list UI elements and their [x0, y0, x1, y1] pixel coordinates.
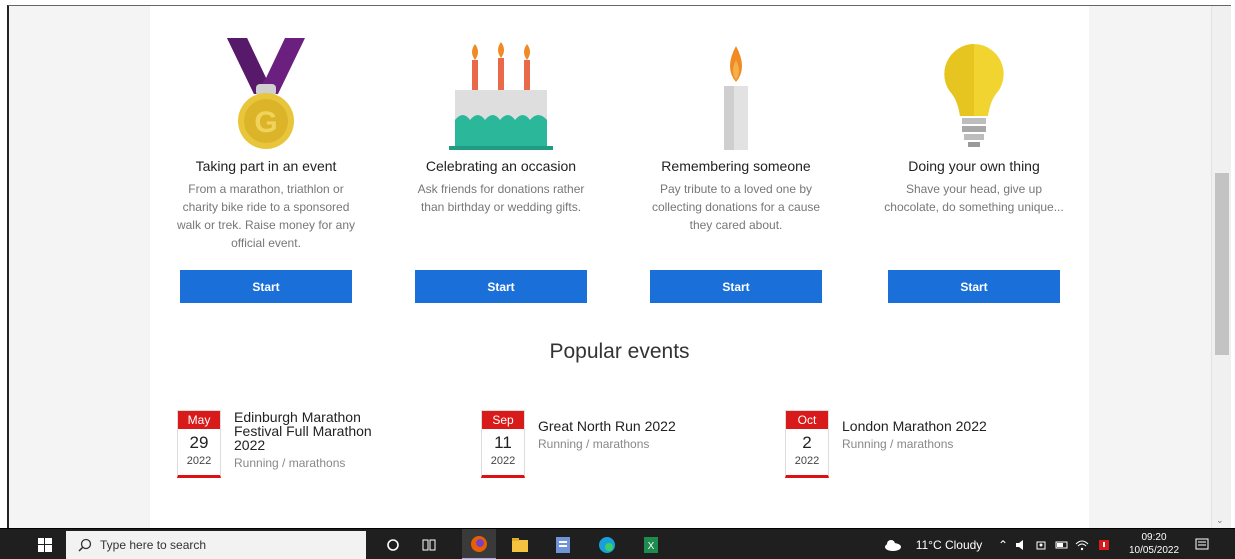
edge-browser-icon[interactable] — [592, 529, 622, 559]
meet-now-icon[interactable] — [1033, 529, 1051, 559]
lightbulb-icon — [878, 36, 1070, 154]
wifi-icon[interactable] — [1073, 529, 1091, 559]
windows-start-icon[interactable] — [30, 529, 60, 559]
cloud-weather-icon — [882, 529, 904, 559]
card-occasion: Celebrating an occasion Ask friends for … — [405, 36, 597, 303]
event-name-link[interactable]: Great North Run 2022 — [538, 419, 676, 433]
card-own-thing: Doing your own thing Shave your head, gi… — [878, 36, 1070, 303]
candle-icon — [640, 36, 832, 154]
search-placeholder: Type here to search — [100, 538, 207, 552]
excel-icon[interactable]: X — [636, 529, 666, 559]
chevron-up-icon[interactable]: ⌃ — [995, 529, 1011, 559]
clock-date: 10/05/2022 — [1128, 545, 1180, 556]
file-explorer-icon[interactable] — [505, 529, 535, 559]
start-button-event[interactable]: Start — [180, 270, 352, 303]
card-title: Celebrating an occasion — [425, 158, 577, 174]
event-day: 2 — [802, 433, 812, 452]
event-date-badge: Oct 2 2022 — [785, 410, 829, 478]
medal-icon: G — [170, 36, 362, 154]
event-item[interactable]: May 29 2022 Edinburgh Marathon Festival … — [177, 410, 384, 478]
card-event: G Taking part in an event From a maratho… — [170, 36, 362, 303]
event-year: 2022 — [794, 455, 820, 467]
firefox-icon[interactable] — [462, 529, 496, 559]
task-view-icon[interactable] — [416, 529, 442, 559]
svg-text:G: G — [254, 106, 277, 139]
card-description: Ask friends for donations rather than bi… — [417, 182, 585, 214]
popular-events-heading: Popular events — [549, 340, 690, 363]
event-date-badge: May 29 2022 — [177, 410, 221, 478]
card-description: Pay tribute to a loved one by collecting… — [651, 182, 821, 232]
event-month: May — [178, 411, 220, 429]
event-year: 2022 — [186, 455, 212, 467]
scroll-down-arrow-icon[interactable]: ⌄ — [1216, 516, 1224, 526]
scrollbar-thumb[interactable] — [1215, 173, 1229, 355]
card-title: Taking part in an event — [195, 158, 337, 174]
svg-text:X: X — [648, 541, 655, 552]
event-category: Running / marathons — [842, 437, 954, 451]
search-icon — [78, 538, 92, 552]
start-button-remembering[interactable]: Start — [650, 270, 822, 303]
event-month: Sep — [482, 411, 524, 429]
cake-icon — [405, 36, 597, 154]
battery-icon[interactable] — [1053, 529, 1071, 559]
event-category: Running / marathons — [234, 456, 346, 470]
security-alert-icon[interactable] — [1095, 529, 1113, 559]
taskbar-clock[interactable]: 09:20 10/05/2022 — [1125, 531, 1183, 557]
windows-taskbar: Type here to search X 11°C Cloudy ⌃ 09:2… — [0, 528, 1235, 559]
event-name-link[interactable]: London Marathon 2022 — [842, 419, 987, 433]
clock-time: 09:20 — [1141, 532, 1167, 543]
card-remembering: Remembering someone Pay tribute to a lov… — [640, 36, 832, 303]
event-month: Oct — [786, 411, 828, 429]
weather-text[interactable]: 11°C Cloudy — [908, 529, 990, 559]
cortana-icon[interactable] — [380, 529, 406, 559]
event-category: Running / marathons — [538, 437, 650, 451]
volume-icon[interactable] — [1013, 529, 1031, 559]
card-title: Remembering someone — [661, 158, 811, 174]
event-item[interactable]: Oct 2 2022 London Marathon 2022 Running … — [785, 410, 987, 478]
event-day: 11 — [494, 433, 512, 452]
card-description: Shave your head, give up chocolate, do s… — [884, 182, 1064, 214]
event-item[interactable]: Sep 11 2022 Great North Run 2022 Running… — [481, 410, 676, 478]
event-name-link[interactable]: Edinburgh Marathon Festival Full Maratho… — [234, 410, 384, 452]
taskbar-search-input[interactable]: Type here to search — [66, 531, 366, 559]
card-title: Doing your own thing — [908, 158, 1040, 174]
card-description: From a marathon, triathlon or charity bi… — [176, 182, 356, 250]
start-button-occasion[interactable]: Start — [415, 270, 587, 303]
event-year: 2022 — [490, 455, 516, 467]
start-button-own-thing[interactable]: Start — [888, 270, 1060, 303]
event-date-badge: Sep 11 2022 — [481, 410, 525, 478]
vertical-scrollbar[interactable]: ⌄ — [1211, 6, 1231, 528]
word-document-icon[interactable] — [548, 529, 578, 559]
event-day: 29 — [189, 433, 209, 452]
notification-center-icon[interactable] — [1190, 529, 1214, 559]
